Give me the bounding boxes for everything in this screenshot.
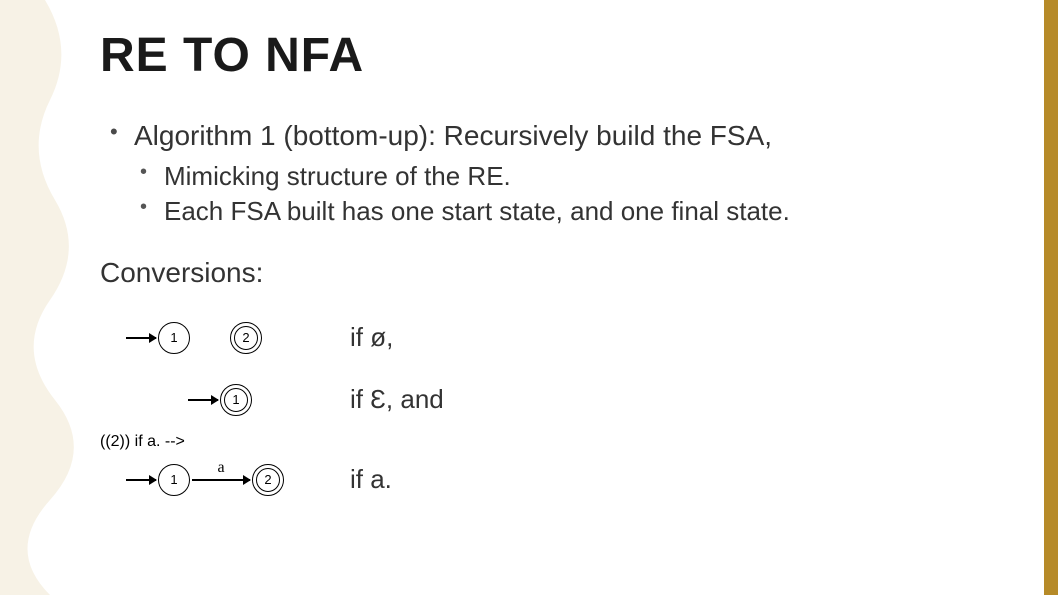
final-state-node: 2 [252, 464, 284, 496]
conversion-desc: if Ɛ, and [340, 384, 444, 415]
arrow-icon: a [192, 479, 250, 481]
edge-label: a [217, 459, 224, 477]
decorative-wave [0, 0, 90, 595]
diagram-symbol: 1 a 2 [100, 458, 340, 502]
conversion-row-empty: 1 2 if ø, [100, 309, 1028, 367]
final-state-node: 1 [220, 384, 252, 416]
conversion-rows: 1 2 if ø, 1 if Ɛ, and ((2)) if a. --> 1 [100, 309, 1028, 509]
slide-content: RE TO NFA Algorithm 1 (bottom-up): Recur… [100, 28, 1028, 513]
sub-bullet-eachfsa: Each FSA built has one start state, and … [134, 194, 1028, 229]
diagram-empty: 1 2 [100, 316, 340, 360]
bullet-list: Algorithm 1 (bottom-up): Recursively bui… [100, 117, 1028, 229]
slide-title: RE TO NFA [100, 28, 1028, 83]
conversion-row-symbol: 1 a 2 if a. [100, 451, 1028, 509]
conversion-row-epsilon: 1 if Ɛ, and [100, 371, 1028, 429]
sub-bullet-mimicking: Mimicking structure of the RE. [134, 159, 1028, 194]
arrow-icon [188, 399, 218, 401]
diagram-epsilon: 1 [100, 378, 340, 422]
bullet-text: Algorithm 1 (bottom-up): Recursively bui… [134, 120, 772, 151]
conversions-heading: Conversions: [100, 257, 1028, 289]
sub-bullet-list: Mimicking structure of the RE. Each FSA … [134, 159, 1028, 229]
bullet-algorithm: Algorithm 1 (bottom-up): Recursively bui… [100, 117, 1028, 229]
arrow-icon [126, 479, 156, 481]
final-state-node: 2 [230, 322, 262, 354]
state-node: 1 [158, 322, 190, 354]
state-node: 1 [158, 464, 190, 496]
conversion-desc: if ø, [340, 322, 393, 353]
accent-stripe [1044, 0, 1058, 595]
arrow-icon [126, 337, 156, 339]
conversion-desc: if a. [340, 464, 392, 495]
